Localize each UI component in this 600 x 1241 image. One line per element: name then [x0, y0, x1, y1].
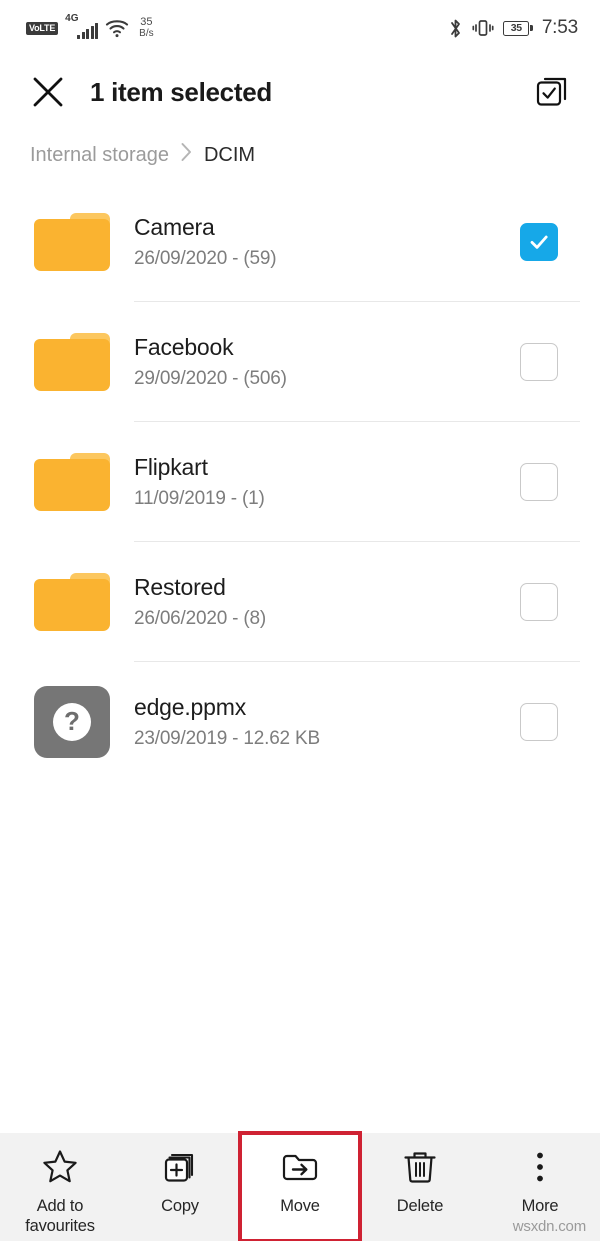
status-bar-right: 35 7:53 [448, 17, 578, 39]
delete-label: Delete [396, 1197, 444, 1215]
file-manager-screen: VoLTE 4G 35 B/s 35 7:53 1 item selected … [0, 0, 600, 1241]
status-bar: VoLTE 4G 35 B/s 35 7:53 [0, 0, 600, 56]
file-name: Flipkart [134, 454, 208, 480]
selection-header: 1 item selected [0, 56, 600, 128]
question-mark-icon: ? [53, 703, 91, 741]
table-row[interactable]: Facebook 29/09/2020 - (506) [0, 302, 600, 422]
copy-button[interactable]: Copy [120, 1133, 240, 1241]
page-title: 1 item selected [90, 76, 272, 107]
file-name: edge.ppmx [134, 694, 246, 720]
copy-label: Copy [161, 1197, 199, 1215]
unknown-file-icon: ? [34, 686, 110, 758]
vibrate-icon [472, 18, 494, 38]
network-speed-value: 35 [140, 16, 153, 28]
file-meta: 23/09/2019 - 12.62 KB [134, 728, 320, 749]
table-row[interactable]: Camera 26/09/2020 - (59) [0, 182, 600, 302]
list-item-text: Flipkart 11/09/2019 - (1) [134, 454, 520, 510]
list-item-text: Facebook 29/09/2020 - (506) [134, 334, 520, 390]
more-vertical-icon [521, 1147, 559, 1187]
breadcrumb: Internal storage DCIM [0, 128, 600, 182]
status-bar-left: VoLTE 4G 35 B/s [26, 13, 154, 40]
breadcrumb-item-current[interactable]: DCIM [204, 144, 255, 167]
file-meta: 29/09/2020 - (506) [134, 368, 287, 389]
battery-level-label: 35 [503, 20, 530, 36]
bluetooth-icon [448, 18, 463, 39]
folder-icon [34, 453, 110, 511]
move-button[interactable]: Move [238, 1131, 362, 1241]
list-item-text: edge.ppmx 23/09/2019 - 12.62 KB [134, 694, 520, 750]
wifi-icon [105, 18, 129, 38]
file-meta: 26/09/2020 - (59) [134, 248, 277, 269]
watermark: wsxdn.com [512, 1218, 586, 1235]
signal-bars-icon [77, 23, 99, 39]
add-to-favourites-button[interactable]: Add to favourites [0, 1133, 120, 1241]
list-item-text: Restored 26/06/2020 - (8) [134, 574, 520, 630]
table-row[interactable]: Restored 26/06/2020 - (8) [0, 542, 600, 662]
row-checkbox[interactable] [520, 583, 558, 621]
network-speed: 35 B/s [139, 16, 154, 40]
file-meta: 11/09/2019 - (1) [134, 488, 265, 509]
network-type-label: 4G [65, 13, 79, 24]
copy-icon [161, 1147, 199, 1187]
file-name: Camera [134, 214, 215, 240]
action-toolbar: Add to favourites Copy Move Delete More … [0, 1131, 600, 1241]
more-label: More [521, 1197, 559, 1215]
file-list: Camera 26/09/2020 - (59) Facebook 29/09/… [0, 182, 600, 1133]
star-icon [41, 1147, 79, 1187]
trash-icon [401, 1147, 439, 1187]
row-checkbox[interactable] [520, 463, 558, 501]
file-name: Restored [134, 574, 226, 600]
move-folder-icon [280, 1147, 320, 1187]
folder-icon [34, 213, 110, 271]
folder-icon [34, 573, 110, 631]
row-checkbox[interactable] [520, 703, 558, 741]
table-row[interactable]: ? edge.ppmx 23/09/2019 - 12.62 KB [0, 662, 600, 782]
cellular-signal-icon: 4G [65, 13, 99, 39]
select-all-icon[interactable] [530, 70, 574, 114]
delete-button[interactable]: Delete [360, 1133, 480, 1241]
file-name: Facebook [134, 334, 234, 360]
add-to-favourites-label: Add to favourites [25, 1197, 95, 1235]
close-icon[interactable] [28, 72, 68, 112]
battery-icon: 35 [503, 20, 533, 36]
network-speed-unit: B/s [139, 28, 154, 39]
volte-icon: VoLTE [26, 21, 59, 35]
move-label: Move [280, 1197, 320, 1215]
clock-label: 7:53 [541, 17, 578, 38]
row-checkbox[interactable] [520, 343, 558, 381]
chevron-right-icon [180, 142, 193, 168]
row-checkbox[interactable] [520, 223, 558, 261]
file-meta: 26/06/2020 - (8) [134, 608, 266, 629]
breadcrumb-item-internal-storage[interactable]: Internal storage [30, 144, 169, 167]
table-row[interactable]: Flipkart 11/09/2019 - (1) [0, 422, 600, 542]
folder-icon [34, 333, 110, 391]
list-item-text: Camera 26/09/2020 - (59) [134, 214, 520, 270]
